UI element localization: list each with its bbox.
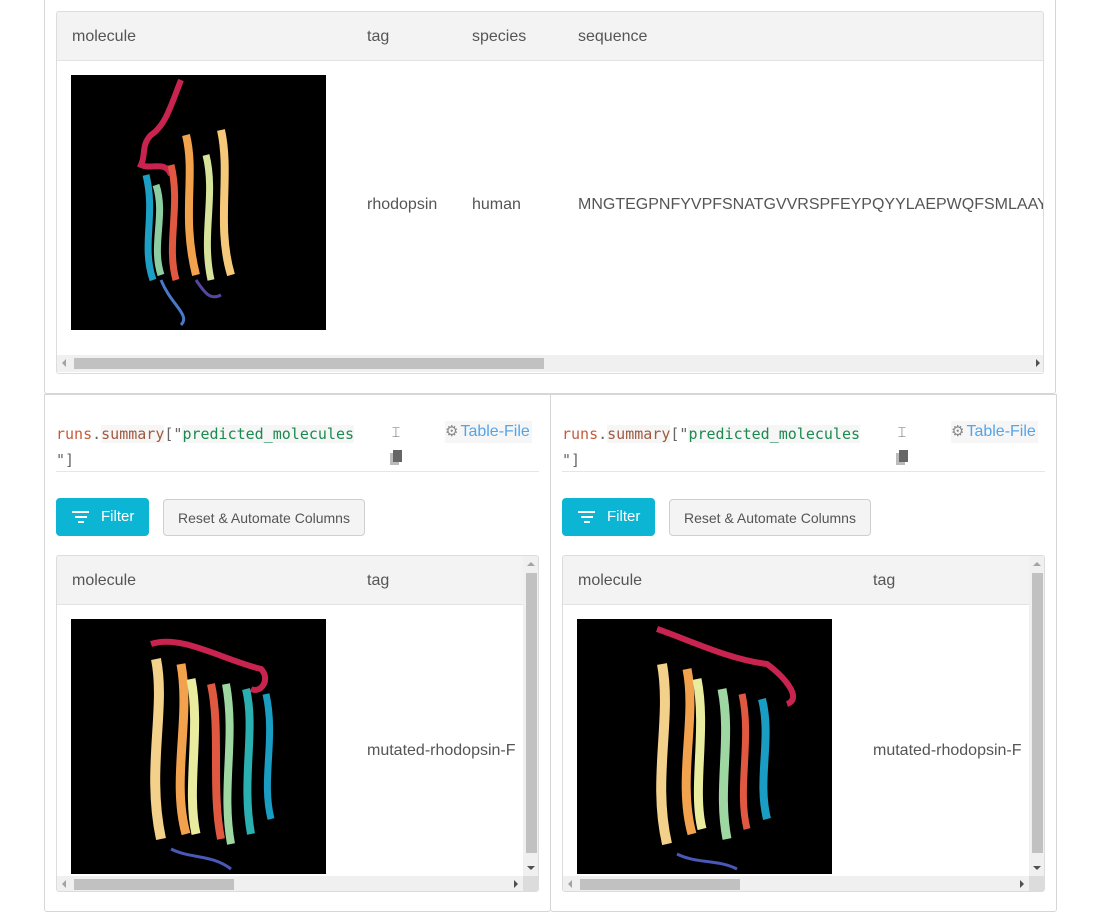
scroll-up-icon[interactable]	[1033, 562, 1041, 566]
filter-icon	[72, 511, 89, 526]
cell-tag: mutated-rhodopsin-F	[873, 742, 1022, 759]
scroll-down-icon[interactable]	[527, 866, 535, 870]
cell-species: human	[472, 196, 521, 213]
left-panel: runs.summary["predicted_molecules "] ⌶ ⚙ T…	[44, 394, 551, 912]
scrollbar-thumb[interactable]	[526, 573, 537, 853]
column-header-tag[interactable]: tag	[367, 12, 389, 61]
query-expression[interactable]: runs.summary["predicted_molecules "]	[56, 421, 366, 473]
results-table: molecule tag mutated-rhodopsin-F	[562, 555, 1045, 892]
column-header-tag[interactable]: tag	[873, 556, 895, 605]
scroll-right-icon[interactable]	[1020, 880, 1024, 888]
text-cursor-icon[interactable]: ⌶	[895, 424, 909, 442]
scrollbar-corner	[1029, 876, 1044, 891]
expr-property: summary	[607, 425, 671, 443]
text-cursor-icon[interactable]: ⌶	[389, 424, 403, 442]
vertical-scrollbar[interactable]	[1029, 556, 1044, 876]
cell-tag: rhodopsin	[367, 196, 438, 213]
top-table: molecule tag species sequence rhodopsin …	[56, 11, 1044, 374]
expr-dot: .	[598, 425, 608, 443]
gear-icon: ⚙	[951, 423, 965, 440]
table-file-type-link[interactable]: ⚙ Table-File	[951, 421, 1038, 443]
scrollbar-thumb[interactable]	[74, 879, 234, 890]
query-expression[interactable]: runs.summary["predicted_molecules "]	[562, 421, 872, 473]
scroll-left-icon[interactable]	[62, 359, 66, 367]
scroll-left-icon[interactable]	[62, 880, 66, 888]
horizontal-scrollbar[interactable]	[57, 355, 1043, 372]
filter-label: Filter	[101, 508, 135, 525]
expr-object: runs	[562, 425, 599, 443]
expr-key: predicted_molecules	[688, 425, 861, 443]
right-panel: runs.summary["predicted_molecules "] ⌶ ⚙ T…	[550, 394, 1057, 912]
vertical-scrollbar[interactable]	[523, 556, 538, 876]
column-header-molecule[interactable]: molecule	[72, 12, 136, 61]
expr-close: "]	[562, 451, 581, 469]
expr-close: "]	[56, 451, 75, 469]
filter-button[interactable]: Filter	[56, 498, 149, 536]
expr-key: predicted_molecules	[182, 425, 355, 443]
gear-icon: ⚙	[445, 423, 459, 440]
molecule-image	[577, 619, 832, 874]
molecule-image	[71, 75, 326, 330]
table-file-type-link[interactable]: ⚙ Table-File	[445, 421, 532, 443]
expr-open: ["	[164, 425, 183, 443]
scroll-left-icon[interactable]	[568, 880, 572, 888]
expr-open: ["	[670, 425, 689, 443]
expr-property: summary	[101, 425, 165, 443]
top-panel: molecule tag species sequence rhodopsin …	[44, 0, 1056, 394]
scroll-up-icon[interactable]	[527, 562, 535, 566]
reset-automate-columns-button[interactable]: Reset & Automate Columns	[669, 499, 871, 536]
cell-sequence: MNGTEGPNFYVPFSNATGVVRSPFEYPQYYLAEPWQFSML…	[578, 196, 1044, 213]
type-label: Table-File	[460, 423, 530, 440]
table-header: molecule tag	[57, 556, 523, 605]
table-header: molecule tag species sequence	[57, 12, 1043, 61]
scroll-right-icon[interactable]	[514, 880, 518, 888]
molecule-image	[71, 619, 326, 874]
scroll-right-icon[interactable]	[1036, 359, 1040, 367]
scrollbar-corner	[523, 876, 538, 891]
divider	[56, 471, 539, 472]
horizontal-scrollbar[interactable]	[57, 876, 523, 891]
column-header-tag[interactable]: tag	[367, 556, 389, 605]
scrollbar-thumb[interactable]	[1032, 573, 1043, 853]
scrollbar-thumb[interactable]	[580, 879, 740, 890]
filter-icon	[578, 511, 595, 526]
type-label: Table-File	[966, 423, 1036, 440]
scrollbar-thumb[interactable]	[74, 358, 544, 369]
expr-object: runs	[56, 425, 93, 443]
horizontal-scrollbar[interactable]	[563, 876, 1029, 891]
molecule-structure-render	[656, 626, 796, 871]
divider	[562, 471, 1045, 472]
cell-tag: mutated-rhodopsin-F	[367, 742, 516, 759]
expr-dot: .	[92, 425, 102, 443]
copy-icon[interactable]	[389, 450, 403, 468]
reset-automate-columns-button[interactable]: Reset & Automate Columns	[163, 499, 365, 536]
filter-label: Filter	[607, 508, 641, 525]
column-header-species[interactable]: species	[472, 12, 526, 61]
molecule-structure-render	[136, 78, 235, 327]
copy-icon[interactable]	[895, 450, 909, 468]
scroll-down-icon[interactable]	[1033, 866, 1041, 870]
results-table: molecule tag mutated-rhodopsin-F	[56, 555, 539, 892]
column-header-molecule[interactable]: molecule	[578, 556, 642, 605]
column-header-molecule[interactable]: molecule	[72, 556, 136, 605]
table-header: molecule tag	[563, 556, 1029, 605]
filter-button[interactable]: Filter	[562, 498, 655, 536]
column-header-sequence[interactable]: sequence	[578, 12, 647, 61]
molecule-structure-render	[150, 638, 275, 871]
